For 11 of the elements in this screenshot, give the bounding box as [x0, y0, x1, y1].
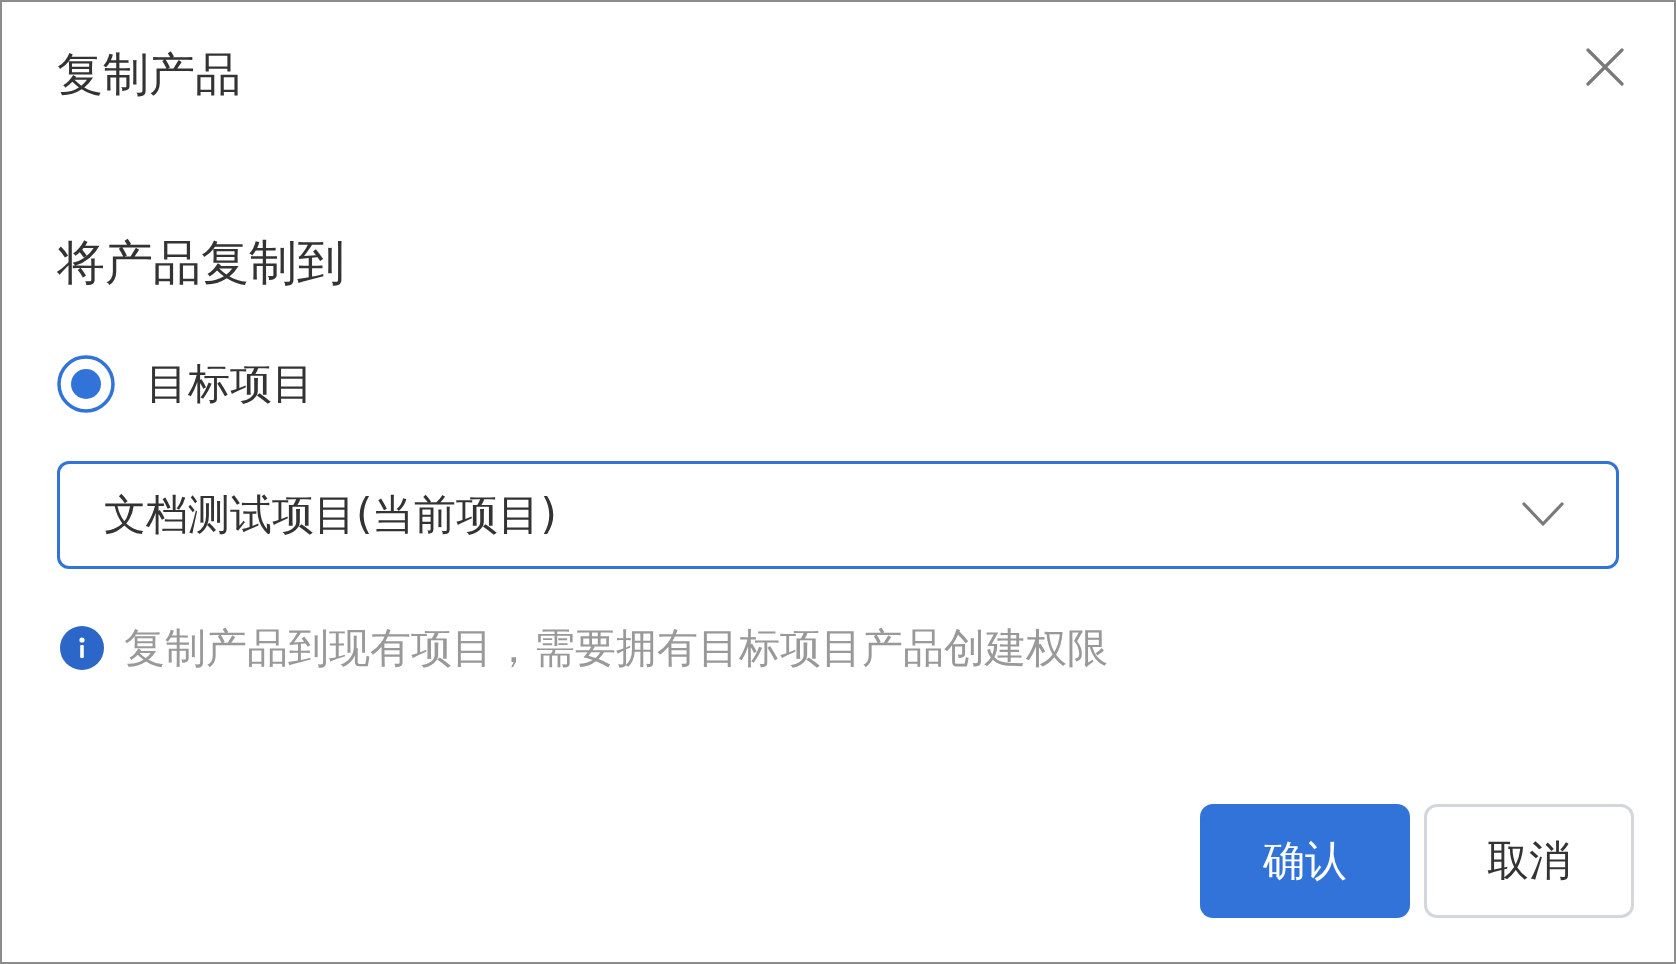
confirm-button[interactable]: 确认 [1200, 804, 1410, 918]
project-dropdown[interactable]: 文档测试项目(当前项目) [57, 461, 1619, 569]
close-icon[interactable] [1586, 48, 1624, 86]
section-heading: 将产品复制到 [57, 233, 345, 291]
cancel-button[interactable]: 取消 [1424, 804, 1634, 918]
dialog-title: 复制产品 [57, 46, 241, 102]
hint-text: 复制产品到现有项目，需要拥有目标项目产品创建权限 [124, 623, 1108, 673]
chevron-down-icon [1522, 502, 1564, 528]
info-icon [60, 626, 104, 670]
radio-button[interactable] [57, 355, 115, 413]
radio-label[interactable]: 目标项目 [146, 358, 314, 410]
